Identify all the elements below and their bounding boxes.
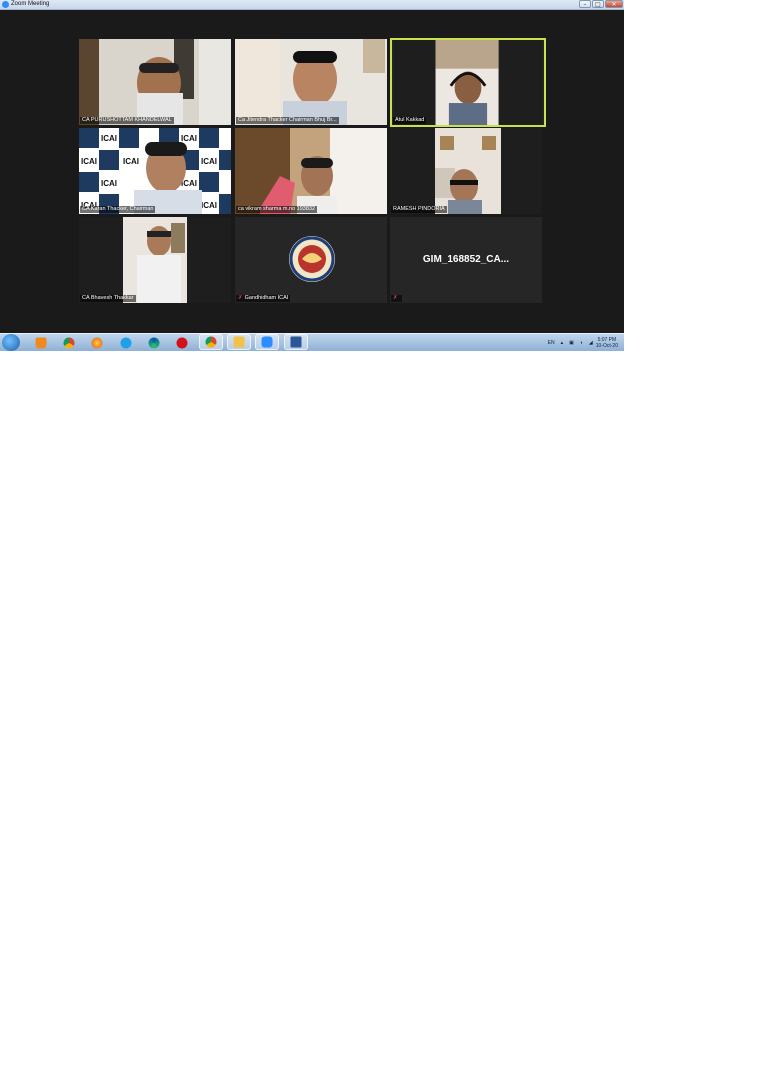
zoom-icon[interactable] [255, 334, 279, 350]
participant-video: ICAIICAIICAIICAIICAIICAIICAIICAIICAI [79, 128, 231, 214]
participant-video [79, 39, 231, 125]
system-tray: EN ▴ ▣ ◖ ◢ 5:07 PM 10-Oct-20 [545, 334, 624, 351]
file-explorer-icon[interactable] [227, 334, 251, 350]
participant-video [235, 39, 387, 125]
clock-date: 10-Oct-20 [595, 342, 618, 349]
start-button[interactable] [2, 334, 20, 351]
chevron-up-icon[interactable]: ▴ [561, 340, 564, 346]
window-titlebar: Zoom Meeting – □ ✕ [0, 0, 624, 10]
participant-tile[interactable]: GIM_168852_CA... ✗ [390, 217, 542, 303]
minimize-button[interactable]: – [579, 0, 591, 8]
participant-name: ✗ Gandhidham ICAI [236, 295, 291, 302]
participant-tile[interactable]: CA PURUSHOTTAM KHANDELWAL [79, 39, 231, 125]
participant-tile[interactable]: Ca Jitendra Thacker Chairman Bhuj Br... [235, 39, 387, 125]
participant-tile[interactable]: RAMESH PINDORIA [390, 128, 542, 214]
word-icon[interactable] [284, 334, 308, 350]
participant-name: Atul Kakkad [393, 117, 427, 124]
microphone-muted-icon: ✗ [238, 295, 243, 301]
svg-text:ICAI: ICAI [123, 157, 139, 166]
chrome-icon[interactable] [199, 334, 223, 350]
participant-tile[interactable]: ca vikram sharma m.no 193832 [235, 128, 387, 214]
participant-tile[interactable]: CA Bhavesh Thakkar [79, 217, 231, 303]
signal-icon[interactable]: ◢ [589, 340, 593, 346]
maximize-button[interactable]: □ [592, 0, 604, 8]
participant-video [390, 128, 542, 214]
clock-time: 5:07 PM [597, 336, 617, 343]
participant-tile[interactable]: ✗ Gandhidham ICAI [235, 217, 387, 303]
participant-name: CA Karan Thacker, Chairman [80, 206, 156, 213]
participant-video [235, 128, 387, 214]
close-button[interactable]: ✕ [605, 0, 623, 8]
svg-text:ICAI: ICAI [201, 157, 217, 166]
participant-video [79, 217, 231, 303]
participant-display-name: GIM_168852_CA... [422, 254, 510, 265]
language-indicator[interactable]: EN [548, 340, 555, 346]
participant-name: CA PURUSHOTTAM KHANDELWAL [80, 117, 174, 124]
svg-text:ICAI: ICAI [201, 201, 217, 210]
volume-icon[interactable]: ◖ [580, 340, 583, 346]
svg-text:ICAI: ICAI [101, 134, 117, 143]
svg-text:ICAI: ICAI [101, 179, 117, 188]
participant-name: Ca Jitendra Thacker Chairman Bhuj Br... [236, 117, 339, 124]
chrome-icon[interactable] [61, 335, 76, 350]
opera-icon[interactable] [174, 335, 189, 350]
participant-tile[interactable]: ICAIICAIICAIICAIICAIICAIICAIICAIICAI CA … [79, 128, 231, 214]
vlc-icon[interactable] [33, 335, 48, 350]
participant-name: CA Bhavesh Thakkar [80, 295, 136, 302]
participant-video [393, 40, 543, 125]
edge-icon[interactable] [146, 335, 161, 350]
microphone-muted-icon: ✗ [393, 295, 398, 301]
svg-text:ICAI: ICAI [181, 179, 197, 188]
svg-text:ICAI: ICAI [181, 134, 197, 143]
gallery-view: CA PURUSHOTTAM KHANDELWAL Ca Jitendra Th… [0, 10, 624, 333]
system-clock[interactable]: 5:07 PM 10-Oct-20 [596, 337, 618, 349]
network-icon[interactable]: ▣ [569, 340, 574, 346]
window-title: Zoom Meeting [11, 1, 50, 7]
windows-taskbar: EN ▴ ▣ ◖ ◢ 5:07 PM 10-Oct-20 [0, 333, 624, 351]
firefox-icon[interactable] [89, 335, 104, 350]
participant-name: RAMESH PINDORIA [391, 206, 447, 213]
zoom-app-icon [2, 1, 9, 8]
window-controls: – □ ✕ [579, 0, 623, 9]
participant-tile[interactable]: Atul Kakkad [390, 38, 546, 127]
icai-logo [235, 217, 387, 303]
participant-name: ca vikram sharma m.no 193832 [236, 206, 318, 213]
ie-icon[interactable] [118, 335, 133, 350]
svg-text:ICAI: ICAI [81, 157, 97, 166]
participant-name: ✗ [391, 295, 402, 302]
